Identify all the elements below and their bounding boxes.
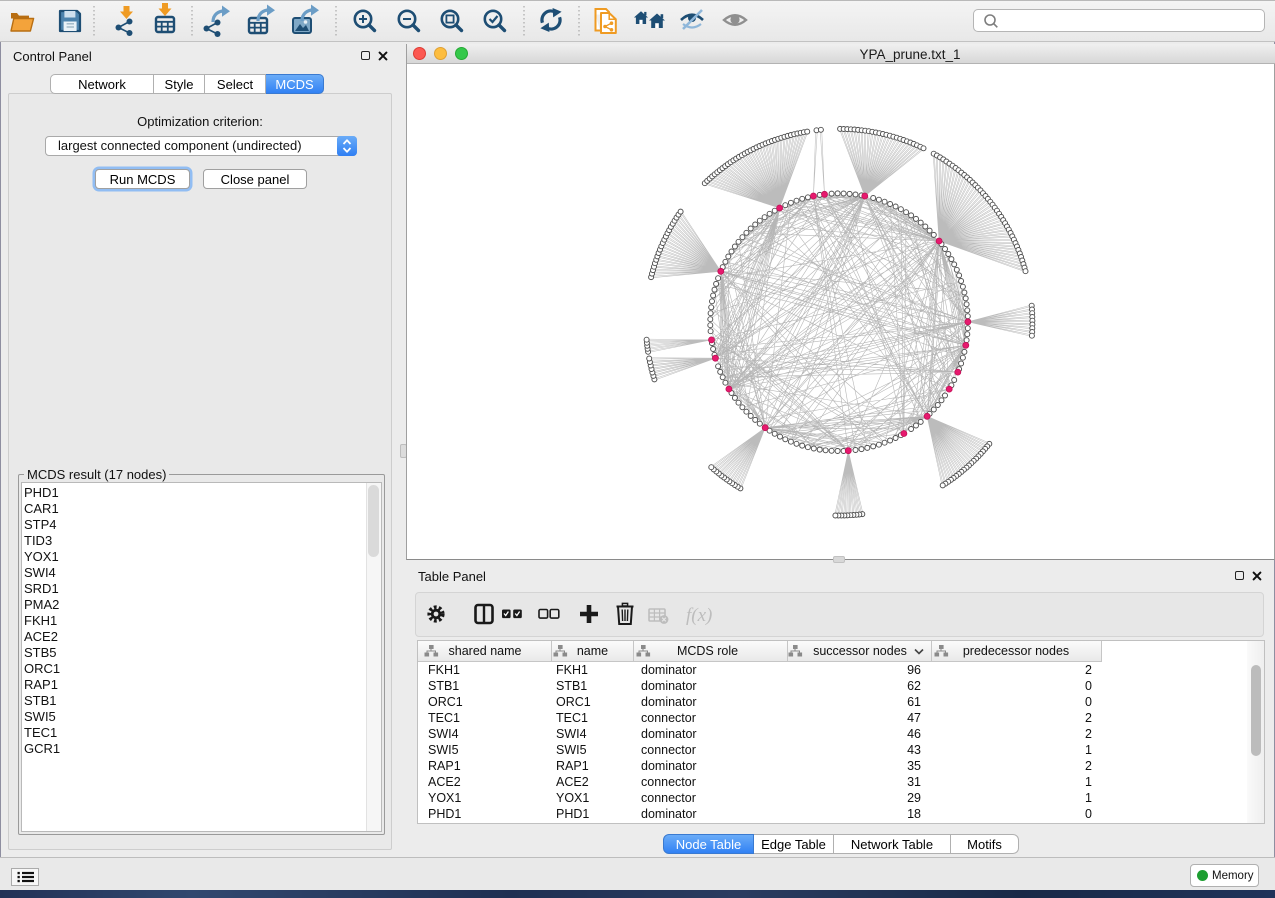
svg-text:f(x): f(x)	[686, 605, 712, 626]
